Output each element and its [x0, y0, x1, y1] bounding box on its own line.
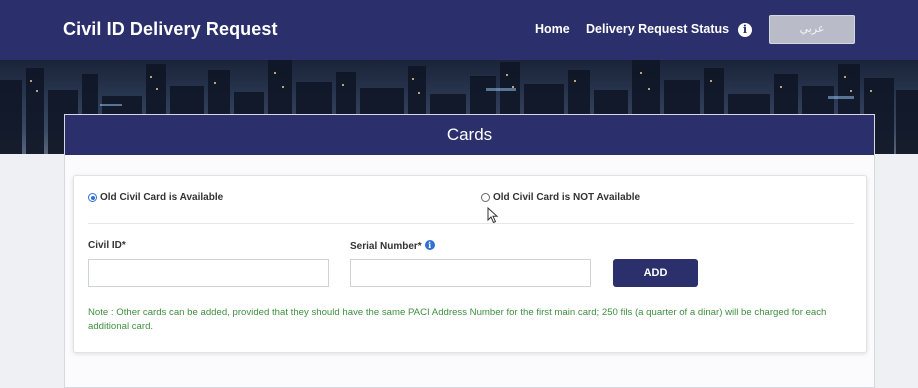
site-title: Civil ID Delivery Request — [63, 19, 278, 39]
card-form: Old Civil Card is Available Old Civil Ca… — [73, 175, 867, 353]
serial-number-input[interactable] — [350, 259, 591, 287]
add-card-button[interactable]: ADD — [613, 259, 698, 287]
option-card-available[interactable]: Old Civil Card is Available — [88, 192, 223, 203]
info-icon[interactable]: i — [738, 23, 752, 37]
radio-unchecked-icon[interactable] — [481, 193, 490, 202]
top-navbar: Civil ID Delivery Request Home Delivery … — [0, 0, 918, 60]
serial-info-icon[interactable]: i — [424, 240, 435, 250]
mouse-pointer-icon — [487, 207, 499, 224]
civil-id-label: Civil ID* — [88, 240, 126, 251]
civil-id-label-text: Civil ID* — [88, 240, 126, 251]
serial-number-label: Serial Number* i — [350, 240, 435, 252]
additional-cards-note: Note : Other cards can be added, provide… — [88, 307, 827, 332]
radio-checked-icon[interactable] — [88, 193, 97, 202]
panel-title: Cards — [65, 115, 874, 155]
option-card-not-available-label: Old Civil Card is NOT Available — [493, 192, 641, 203]
language-toggle-button[interactable]: عربي — [769, 15, 855, 44]
divider — [88, 223, 854, 224]
option-card-not-available[interactable]: Old Civil Card is NOT Available — [481, 192, 640, 203]
cards-panel: Cards Old Civil Card is Available Old Ci… — [64, 114, 875, 388]
nav-home-link[interactable]: Home — [535, 22, 570, 36]
option-card-available-label: Old Civil Card is Available — [100, 192, 224, 203]
nav-delivery-status-link[interactable]: Delivery Request Status — [586, 22, 729, 36]
civil-id-input[interactable] — [88, 259, 329, 287]
serial-number-label-text: Serial Number* — [350, 241, 422, 252]
